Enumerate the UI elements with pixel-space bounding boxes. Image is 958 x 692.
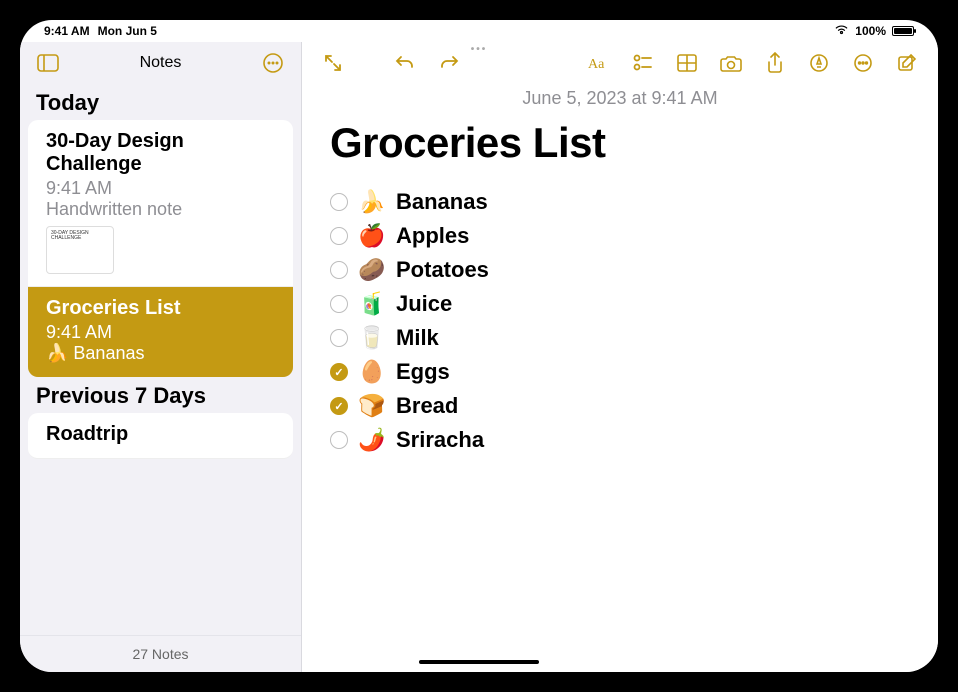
checkbox-icon[interactable]	[330, 295, 348, 313]
note-row-title: 30-Day Design Challenge	[46, 130, 275, 176]
item-label: Milk	[396, 325, 439, 351]
undo-button[interactable]	[392, 50, 418, 76]
note-row-title: Groceries List	[46, 297, 275, 320]
redo-button[interactable]	[436, 50, 462, 76]
item-label: Bread	[396, 393, 458, 419]
checkbox-icon[interactable]	[330, 431, 348, 449]
item-emoji: 🍞	[358, 393, 386, 419]
checklist-item[interactable]: 🥛 Milk	[330, 325, 910, 351]
checkbox-icon[interactable]	[330, 261, 348, 279]
battery-icon	[892, 26, 914, 36]
item-label: Juice	[396, 291, 452, 317]
section-header: Today	[20, 84, 301, 120]
note-row-preview: 🍌 Bananas	[46, 343, 275, 364]
notes-list[interactable]: Today30-Day Design Challenge9:41 AMHandw…	[20, 84, 301, 635]
item-label: Sriracha	[396, 427, 484, 453]
item-emoji: 🥛	[358, 325, 386, 351]
checklist-item[interactable]: 🍎 Apples	[330, 223, 910, 249]
note-row-time: 9:41 AM	[46, 178, 275, 199]
editor-toolbar: Aa	[302, 42, 938, 84]
note-row[interactable]: Groceries List9:41 AM🍌 Bananas	[28, 287, 293, 377]
note-row[interactable]: 30-Day Design Challenge9:41 AMHandwritte…	[28, 120, 293, 287]
note-title[interactable]: Groceries List	[330, 119, 910, 167]
item-label: Eggs	[396, 359, 450, 385]
sidebar-footer: 27 Notes	[20, 635, 301, 672]
section-header: Previous 7 Days	[20, 377, 301, 413]
item-label: Apples	[396, 223, 469, 249]
note-editor: Aa	[302, 42, 938, 672]
wifi-icon	[834, 24, 849, 38]
item-label: Potatoes	[396, 257, 489, 283]
note-row[interactable]: Roadtrip	[28, 413, 293, 459]
note-timestamp: June 5, 2023 at 9:41 AM	[330, 88, 910, 109]
status-bar: 9:41 AM Mon Jun 5 100%	[20, 20, 938, 42]
checklist[interactable]: 🍌 Bananas 🍎 Apples 🥔 Potatoes 🧃 Juice 🥛 Milk 🥚 Eggs…	[330, 189, 910, 453]
markup-button[interactable]	[806, 50, 832, 76]
table-button[interactable]	[674, 50, 700, 76]
status-date: Mon Jun 5	[98, 24, 157, 38]
note-thumbnail: 30-DAY DESIGN CHALLENGE	[46, 226, 114, 274]
sidebar-toolbar: Notes	[20, 42, 301, 84]
ipad-frame: 9:41 AM Mon Jun 5 100% ••• Notes	[0, 0, 958, 692]
share-button[interactable]	[762, 50, 788, 76]
item-emoji: 🧃	[358, 291, 386, 317]
note-row-time: 9:41 AM	[46, 322, 275, 343]
item-emoji: 🥔	[358, 257, 386, 283]
multitask-grabber-icon[interactable]: •••	[471, 44, 488, 55]
more-options-button[interactable]	[259, 49, 287, 77]
text-format-button[interactable]: Aa	[586, 50, 612, 76]
item-emoji: 🍌	[358, 189, 386, 215]
checklist-item[interactable]: 🧃 Juice	[330, 291, 910, 317]
item-label: Bananas	[396, 189, 488, 215]
sidebar-title: Notes	[140, 54, 182, 72]
checklist-item[interactable]: 🥔 Potatoes	[330, 257, 910, 283]
checkbox-icon[interactable]	[330, 397, 348, 415]
screen: 9:41 AM Mon Jun 5 100% ••• Notes	[20, 20, 938, 672]
item-emoji: 🍎	[358, 223, 386, 249]
note-row-title: Roadtrip	[46, 423, 275, 446]
checkbox-icon[interactable]	[330, 193, 348, 211]
notes-list-sidebar: Notes Today30-Day Design Challenge9:41 A…	[20, 42, 302, 672]
item-emoji: 🌶️	[358, 427, 386, 453]
svg-text:Aa: Aa	[588, 57, 605, 72]
checkbox-icon[interactable]	[330, 329, 348, 347]
checklist-button[interactable]	[630, 50, 656, 76]
status-time: 9:41 AM	[44, 24, 90, 38]
checklist-item[interactable]: 🍞 Bread	[330, 393, 910, 419]
battery-percent: 100%	[855, 24, 886, 38]
sidebar-toggle-button[interactable]	[34, 49, 62, 77]
note-row-preview: Handwritten note	[46, 199, 275, 220]
camera-button[interactable]	[718, 50, 744, 76]
checklist-item[interactable]: 🥚 Eggs	[330, 359, 910, 385]
checkbox-icon[interactable]	[330, 227, 348, 245]
checklist-item[interactable]: 🍌 Bananas	[330, 189, 910, 215]
note-body[interactable]: June 5, 2023 at 9:41 AM Groceries List 🍌…	[302, 84, 938, 672]
compose-button[interactable]	[894, 50, 920, 76]
checklist-item[interactable]: 🌶️ Sriracha	[330, 427, 910, 453]
expand-button[interactable]	[320, 50, 346, 76]
item-emoji: 🥚	[358, 359, 386, 385]
more-button[interactable]	[850, 50, 876, 76]
checkbox-icon[interactable]	[330, 363, 348, 381]
home-indicator[interactable]	[419, 660, 539, 664]
